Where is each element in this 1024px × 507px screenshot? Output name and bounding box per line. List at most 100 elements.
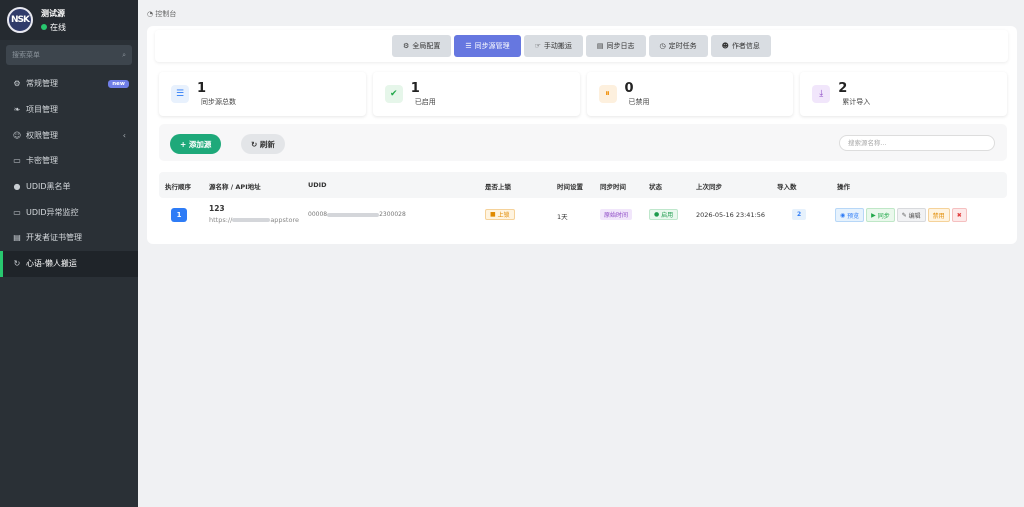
sync-button[interactable]: ▶ 同步: [866, 208, 895, 222]
main-content: ◔ 控制台 ⚙ 全局配置 ☰ 同步源管理 ☞ 手动搬运 ▤ 同步日志 ◷ 定时任务 ☻ 作者…: [138, 0, 1024, 507]
sync-icon: ↻: [13, 259, 21, 269]
udid-cell: 00008 2300028: [308, 211, 406, 218]
sidebar: NSK 测试源 在线 搜索菜单 ⌕ ⚙ 常规管理 new ❧ 项目管理 ☺ 权限…: [0, 0, 138, 507]
brand-name: 测试源: [41, 8, 65, 18]
edit-button[interactable]: ✎ 编辑: [896, 208, 926, 222]
breadcrumb-label[interactable]: 控制台: [155, 10, 176, 18]
sync-time-cell: 原始时间: [600, 209, 633, 220]
sidebar-item-dev-certs[interactable]: ▤ 开发者证书管理: [0, 225, 138, 251]
time-setting: 1天: [557, 213, 568, 221]
stat-label: 累计导入: [842, 97, 871, 106]
sidebar-item-permissions[interactable]: ☺ 权限管理 ‹: [0, 122, 138, 148]
add-source-label: 添加源: [188, 139, 212, 149]
trash-icon: ✖: [956, 211, 962, 219]
order-cell: 1: [171, 208, 187, 222]
preview-label: 预览: [847, 212, 860, 220]
plus-icon: +: [180, 139, 189, 149]
bomb-icon: ●: [13, 182, 21, 192]
api-url-suffix: appstore: [270, 216, 299, 224]
sidebar-item-cards[interactable]: ▭ 卡密管理: [0, 148, 138, 174]
leaf-icon: ❧: [13, 105, 21, 115]
last-sync-time: 2026-05-16 23:41:56: [696, 211, 766, 219]
source-api-url: https:// appstore: [209, 216, 299, 224]
column-header: 同步时间: [600, 183, 626, 191]
file-icon: ▤: [13, 233, 21, 243]
table-row: 1 123 https:// appstore 00008 2300028 ■ 上锁…: [159, 198, 1007, 232]
sync-label: 同步: [877, 212, 890, 220]
column-header: 时间设置: [557, 183, 583, 191]
stat-label: 已启用: [414, 97, 436, 106]
column-header: 导入数: [777, 183, 797, 191]
sidebar-item-mover[interactable]: ↻ 心语-懒人搬运: [0, 250, 138, 277]
hand-icon: ☞: [534, 42, 541, 50]
tab-bar: ⚙ 全局配置 ☰ 同步源管理 ☞ 手动搬运 ▤ 同步日志 ◷ 定时任务 ☻ 作者信息: [155, 30, 1008, 62]
brand-header: NSK 测试源 在线: [0, 0, 138, 40]
sidebar-item-label: 开发者证书管理: [26, 233, 82, 243]
source-search-input[interactable]: [839, 135, 995, 151]
sidebar-item-label: UDID异常监控: [26, 207, 79, 217]
preview-button[interactable]: ◉ 预览: [835, 208, 865, 222]
status-badge: ● 启用: [649, 209, 679, 220]
users-icon: ☺: [12, 130, 22, 140]
sidebar-item-udid-blacklist[interactable]: ● UDID黑名单: [0, 174, 138, 200]
logo: NSK: [7, 7, 33, 33]
stat-value: 2: [838, 80, 848, 96]
tab-author-info[interactable]: ☻ 作者信息: [710, 35, 771, 57]
stat-value: 1: [197, 80, 207, 96]
udid-prefix: 00008: [308, 211, 328, 218]
sidebar-item-label: 卡密管理: [26, 156, 58, 166]
tab-sync-log[interactable]: ▤ 同步日志: [585, 35, 646, 57]
tab-manual-move[interactable]: ☞ 手动搬运: [523, 35, 583, 57]
order-badge: 1: [171, 208, 187, 222]
sync-time-badge: 原始时间: [600, 209, 633, 220]
refresh-icon: ↻: [251, 139, 260, 149]
api-url-prefix: https://: [209, 216, 233, 224]
chevron-left-icon: ‹: [122, 130, 126, 140]
clock-icon: ◷: [659, 42, 666, 50]
check-circle-icon: ✔: [384, 85, 403, 103]
edit-icon: ✎: [901, 211, 909, 219]
refresh-button[interactable]: ↻ 刷新: [241, 134, 285, 154]
delete-button[interactable]: ✖: [951, 208, 967, 222]
column-header: 上次同步: [696, 183, 722, 191]
tab-source-management[interactable]: ☰ 同步源管理: [454, 35, 521, 57]
database-icon: ☰: [465, 42, 472, 50]
column-header: 状态: [649, 183, 662, 191]
sidebar-item-udid-monitor[interactable]: ▭ UDID异常监控: [0, 199, 138, 225]
pause-circle-icon: ⏸: [598, 85, 617, 103]
tab-label: 同步日志: [606, 42, 635, 50]
tab-label: 作者信息: [731, 42, 760, 50]
status-label: 启用: [661, 212, 674, 219]
search-icon[interactable]: ⌕: [122, 51, 126, 60]
add-source-button[interactable]: + 添加源: [170, 134, 222, 154]
column-header: 执行顺序: [165, 183, 191, 191]
stat-card-total: ☰ 1 同步源总数: [159, 72, 366, 116]
status-cell: ● 启用: [649, 209, 679, 220]
redacted-text: [232, 218, 271, 222]
imported-cell: 2: [792, 209, 807, 220]
stats-row: ☰ 1 同步源总数 ✔ 1 已启用 ⏸ 0 已禁用 ⤓ 2 累计导入: [159, 72, 1007, 116]
gear-icon: ⚙: [403, 42, 410, 50]
tab-label: 定时任务: [668, 42, 697, 50]
stat-label: 同步源总数: [201, 97, 236, 106]
status-label: 在线: [50, 22, 66, 32]
column-header: 是否上锁: [485, 183, 511, 191]
tab-scheduled-tasks[interactable]: ◷ 定时任务: [648, 35, 708, 57]
content-panel: ⚙ 全局配置 ☰ 同步源管理 ☞ 手动搬运 ▤ 同步日志 ◷ 定时任务 ☻ 作者信息 ☰ 1…: [147, 26, 1017, 244]
tab-global-config[interactable]: ⚙ 全局配置: [392, 35, 452, 57]
menu-search-input[interactable]: 搜索菜单 ⌕: [6, 45, 132, 65]
status-dot-icon: [41, 24, 47, 30]
stat-value: 1: [410, 80, 420, 96]
tab-label: 手动搬运: [543, 42, 572, 50]
tab-label: 同步源管理: [474, 42, 510, 50]
card-icon: ▭: [13, 156, 21, 166]
sidebar-item-projects[interactable]: ❧ 项目管理: [0, 97, 138, 123]
disable-button[interactable]: 禁用: [927, 208, 950, 222]
column-header: 源名称 / API地址: [209, 183, 261, 191]
column-header: UDID: [308, 181, 327, 189]
sidebar-item-label: 权限管理: [26, 130, 58, 140]
stat-label: 已禁用: [628, 97, 650, 106]
sidebar-item-general[interactable]: ⚙ 常规管理 new: [0, 71, 138, 97]
udid-suffix: 2300028: [379, 211, 406, 218]
monitor-icon: ▭: [13, 207, 21, 217]
